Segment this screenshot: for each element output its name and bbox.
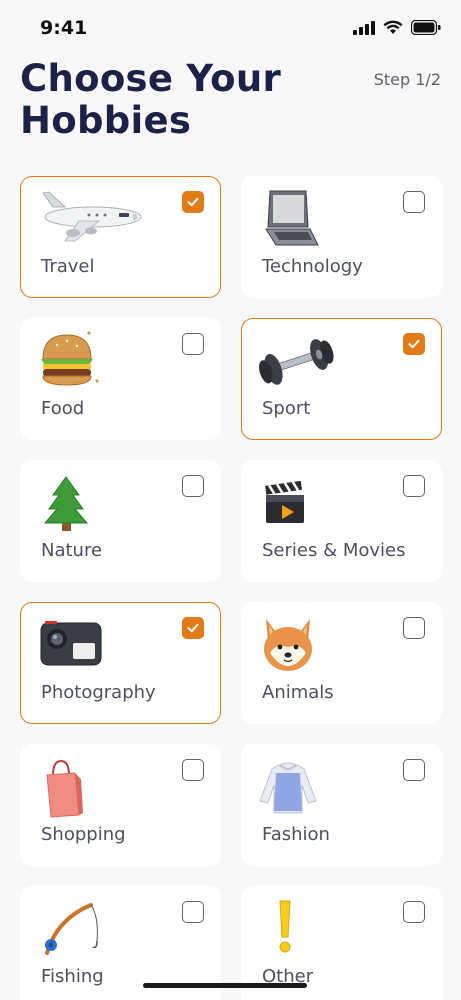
hobby-label: Travel [41,256,95,277]
fishing-checkbox[interactable] [182,901,204,923]
camera-icon [40,621,102,666]
status-bar: 9:41 [0,0,461,56]
hobby-card-series-movies[interactable]: Series & Movies [241,460,442,582]
hobby-label: Fishing [41,966,104,987]
airplane-icon [42,191,142,242]
technology-checkbox[interactable] [403,191,425,213]
food-checkbox[interactable] [182,333,204,355]
checkmark-icon [187,623,199,633]
hobby-card-nature[interactable]: Nature [20,460,221,582]
status-icons [353,20,441,35]
hobby-label: Food [41,398,85,419]
dumbbell-icon [259,339,334,385]
home-indicator [143,983,307,988]
hobby-card-technology[interactable]: Technology [241,176,442,298]
hobby-label: Sport [262,398,311,419]
hobby-label: Fashion [262,824,330,845]
sport-checkbox[interactable] [403,333,425,355]
travel-checkbox[interactable] [182,191,204,213]
hobby-card-food[interactable]: Food [20,318,221,440]
hobby-label: Series & Movies [262,540,406,561]
laptop-icon [265,190,319,246]
step-indicator: Step 1/2 [373,70,441,89]
tree-icon [43,476,89,531]
fashion-checkbox[interactable] [403,759,425,781]
hobby-card-photography[interactable]: Photography [20,602,221,724]
checkmark-icon [408,339,420,349]
dog-icon [264,619,312,671]
hobby-label: Technology [262,256,363,277]
fishing-rod-icon [45,903,98,955]
hobby-card-shopping[interactable]: Shopping [20,744,221,866]
animals-checkbox[interactable] [403,617,425,639]
clapperboard-icon [265,480,304,523]
hobby-label: Animals [262,682,334,703]
shopping-checkbox[interactable] [182,759,204,781]
series-movies-checkbox[interactable] [403,475,425,497]
burger-icon [41,331,99,386]
other-checkbox[interactable] [403,901,425,923]
shopping-bag-icon [46,759,83,818]
hobby-card-travel[interactable]: Travel [20,176,221,298]
hobby-card-fashion[interactable]: Fashion [241,744,442,866]
hobby-card-sport[interactable]: Sport [241,318,442,440]
wifi-icon [383,20,403,34]
battery-icon [411,20,441,35]
exclamation-icon [279,900,291,953]
header: Choose Your Hobbies Step 1/2 [20,58,441,142]
sweater-icon [259,762,317,814]
page-title: Choose Your Hobbies [20,57,282,142]
signal-icon [353,20,375,35]
nature-checkbox[interactable] [182,475,204,497]
checkmark-icon [187,197,199,207]
hobby-label: Photography [41,682,156,703]
hobby-label: Shopping [41,824,126,845]
hobby-card-animals[interactable]: Animals [241,602,442,724]
photography-checkbox[interactable] [182,617,204,639]
hobby-label: Nature [41,540,103,561]
status-time: 9:41 [40,17,88,39]
hobbies-grid: Travel Technology Food Sport Nature Seri… [20,176,442,1000]
